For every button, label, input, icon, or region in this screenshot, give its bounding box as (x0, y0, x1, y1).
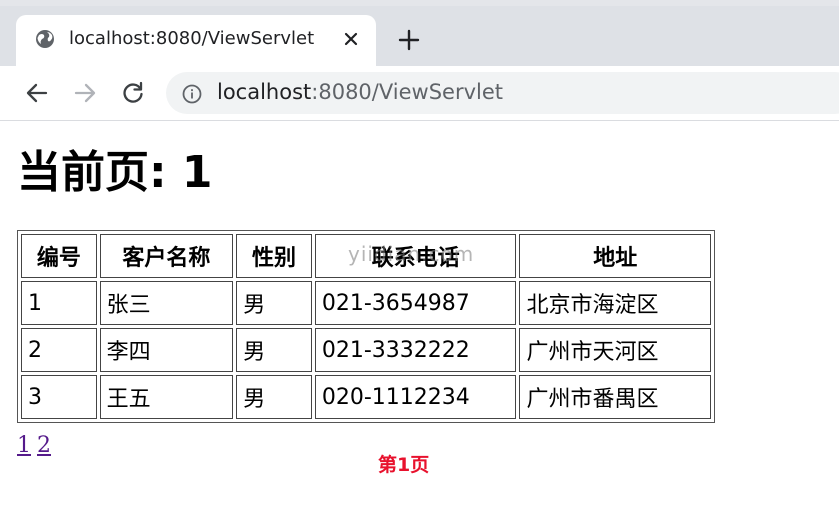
tab-title: localhost:8080/ViewServlet (69, 28, 315, 49)
header-customer-name: 客户名称 (99, 234, 234, 278)
cell-address: 广州市番禺区 (519, 375, 711, 419)
page-link-2[interactable]: 2 (37, 433, 51, 458)
table-row: 1 张三 男 021-3654987 北京市海淀区 (21, 281, 711, 325)
cell-id: 3 (21, 375, 97, 419)
page-title: 当前页: 1 (17, 147, 213, 198)
tab-strip: localhost:8080/ViewServlet (0, 0, 839, 66)
desktop-edge (0, 0, 839, 6)
url-path: :8080/ViewServlet (311, 80, 503, 104)
page-content: 当前页: 1 编号 客户名称 性别 联系电话 地址 1 张三 男 021-365… (0, 122, 839, 512)
info-icon[interactable] (182, 84, 202, 104)
table-row: 3 王五 男 020-1112234 广州市番禺区 (21, 375, 711, 419)
arrow-right-icon[interactable] (72, 80, 98, 106)
header-gender: 性别 (236, 234, 312, 278)
cell-id: 2 (21, 328, 97, 372)
cell-customer-name: 王五 (99, 375, 234, 419)
header-id: 编号 (21, 234, 97, 278)
url-host: localhost (217, 80, 312, 104)
close-icon[interactable] (341, 29, 361, 49)
globe-icon (35, 29, 55, 49)
cell-customer-name: 李四 (99, 328, 234, 372)
cell-address: 北京市海淀区 (519, 281, 711, 325)
cell-gender: 男 (236, 281, 312, 325)
cell-customer-name: 张三 (99, 281, 234, 325)
cell-address: 广州市天河区 (519, 328, 711, 372)
url-text: localhost:8080/ViewServlet (217, 80, 503, 104)
cell-phone: 021-3332222 (314, 328, 517, 372)
pagination: 12 (17, 433, 57, 458)
cell-phone: 021-3654987 (314, 281, 517, 325)
address-bar[interactable]: localhost:8080/ViewServlet (166, 72, 839, 114)
reload-icon[interactable] (120, 80, 146, 106)
table-row: 2 李四 男 021-3332222 广州市天河区 (21, 328, 711, 372)
watermark: yiidian.com (348, 242, 475, 266)
page-link-1[interactable]: 1 (17, 433, 31, 458)
cell-id: 1 (21, 281, 97, 325)
cell-gender: 男 (236, 328, 312, 372)
arrow-left-icon[interactable] (24, 80, 50, 106)
plus-icon[interactable] (396, 27, 422, 53)
browser-tab[interactable]: localhost:8080/ViewServlet (16, 15, 376, 66)
cell-phone: 020-1112234 (314, 375, 517, 419)
current-page-label: 第1页 (378, 454, 430, 476)
header-address: 地址 (519, 234, 711, 278)
cell-gender: 男 (236, 375, 312, 419)
browser-toolbar: localhost:8080/ViewServlet (0, 66, 839, 121)
